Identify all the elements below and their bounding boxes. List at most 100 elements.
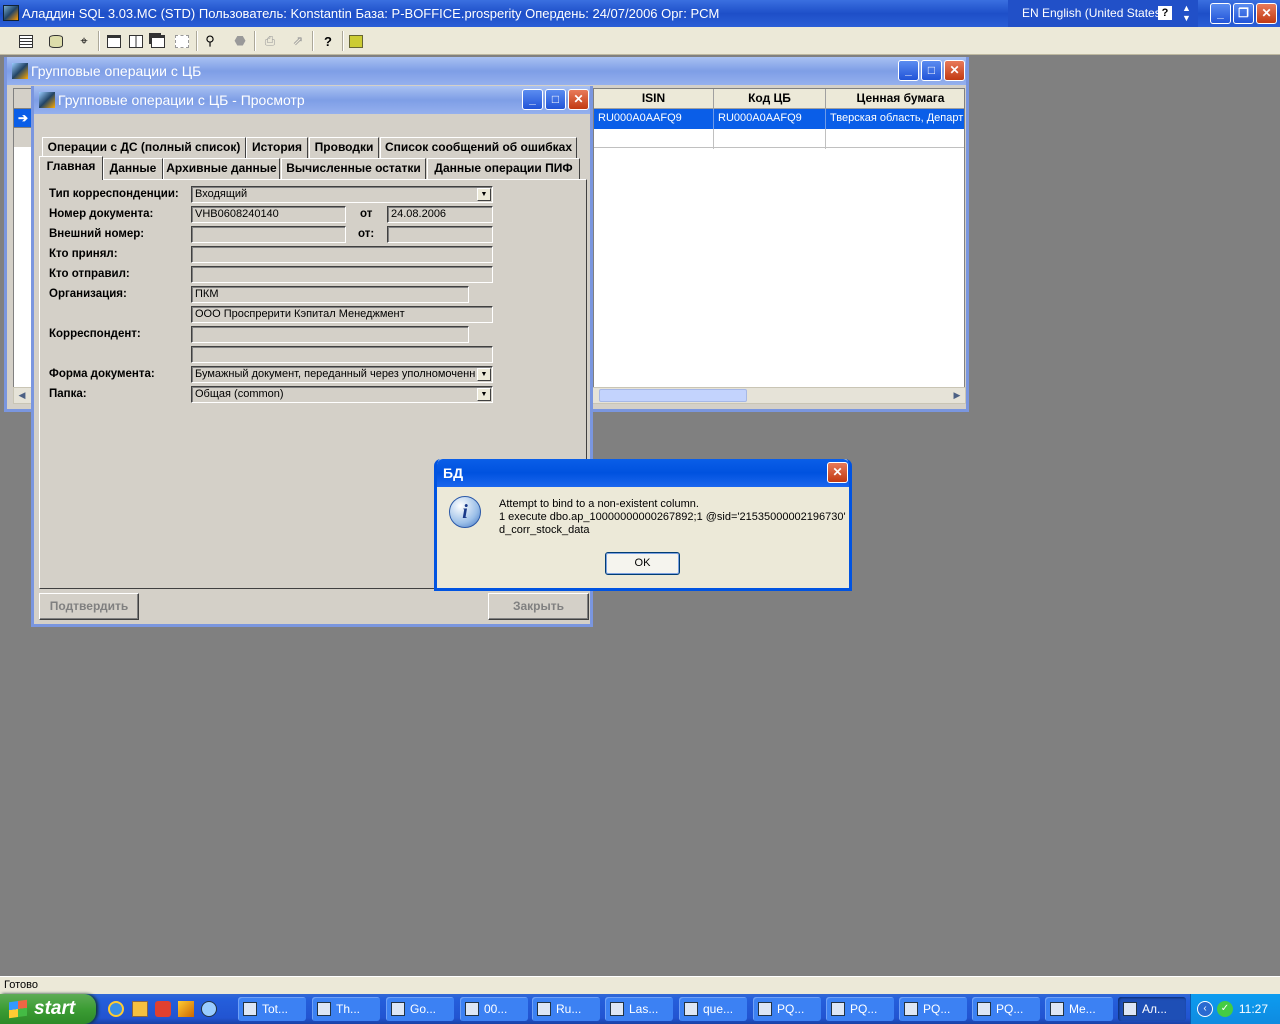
confirm-button[interactable]: Подтвердить [39, 593, 139, 620]
scroll-thumb[interactable] [599, 389, 747, 402]
tab-computed-balances[interactable]: Вычисленные остатки [281, 158, 426, 179]
task-app-icon [465, 1002, 479, 1016]
task-button[interactable]: PQ... [972, 997, 1040, 1021]
task-button[interactable]: 00... [460, 997, 528, 1021]
start-button[interactable]: start [0, 994, 96, 1024]
external-date-field[interactable] [387, 226, 493, 243]
table-row-empty[interactable] [594, 129, 964, 149]
clock[interactable]: 11:27 [1239, 1002, 1268, 1016]
scroll-right-icon[interactable]: ▶ [949, 388, 965, 403]
table-row[interactable]: RU000A0AAFQ9 RU000A0AAFQ9 Тверская облас… [594, 109, 964, 129]
cell-empty [714, 129, 826, 149]
help-question-icon[interactable]: ? [318, 31, 338, 51]
tile-icon[interactable] [126, 31, 146, 51]
doc-form-select[interactable]: Бумажный документ, переданный через упол… [191, 366, 493, 383]
task-button-active[interactable]: Ал... [1118, 997, 1186, 1021]
error-line-3: d_corr_stock_data [499, 524, 590, 536]
task-button[interactable]: que... [679, 997, 747, 1021]
sent-by-label: Кто отправил: [49, 268, 130, 280]
dropdown-arrow-icon[interactable]: ▼ [477, 388, 491, 401]
task-button[interactable]: PQ... [826, 997, 894, 1021]
doc-number-field[interactable]: VHB0608240140 [191, 206, 346, 223]
internet-explorer-icon[interactable] [108, 1001, 124, 1017]
dropdown-arrow-icon[interactable]: ▼ [477, 368, 491, 381]
export-icon[interactable]: ⇗ [288, 31, 308, 51]
task-app-icon [391, 1002, 405, 1016]
list-icon[interactable] [16, 31, 36, 51]
help-icon[interactable]: ? [1158, 6, 1172, 20]
task-button[interactable]: Tot... [238, 997, 306, 1021]
organization-code-field[interactable]: ПКМ [191, 286, 469, 303]
tab-postings[interactable]: Проводки [309, 137, 379, 158]
quicklaunch-app-icon[interactable] [178, 1001, 194, 1017]
close-button[interactable]: ✕ [944, 60, 965, 81]
print-icon[interactable]: ⎙ [260, 31, 280, 51]
task-button[interactable]: Las... [605, 997, 673, 1021]
corr-type-select[interactable]: Входящий ▼ [191, 186, 493, 203]
tab-fund-operation-data[interactable]: Данные операции ПИФ [427, 158, 580, 179]
tab-history[interactable]: История [246, 137, 308, 158]
doc-date-field[interactable]: 24.08.2006 [387, 206, 493, 223]
task-app-icon [1050, 1002, 1064, 1016]
task-button[interactable]: PQ... [899, 997, 967, 1021]
correspondent-name-field[interactable] [191, 346, 493, 363]
module-icon[interactable] [346, 31, 366, 51]
app-close-button[interactable]: ✕ [1256, 3, 1277, 24]
task-button[interactable]: Me... [1045, 997, 1113, 1021]
find-record-icon[interactable]: ⌖ [74, 31, 94, 51]
quicklaunch-app-icon[interactable] [201, 1001, 217, 1017]
binoculars-icon[interactable]: ⚲ [200, 31, 220, 51]
language-bar[interactable]: EN English (United States) ? ▲ ▼ [1008, 0, 1198, 27]
dropdown-arrow-icon[interactable]: ▼ [477, 188, 491, 201]
app-minimize-button[interactable]: _ [1210, 3, 1231, 24]
ok-button[interactable]: OK [605, 552, 680, 575]
toolbar-separator [312, 31, 314, 51]
arrange-icon[interactable] [172, 31, 192, 51]
aladdin-app-icon [3, 5, 19, 21]
tab-main[interactable]: Главная [39, 156, 103, 180]
dialog-close-button[interactable]: ✕ [827, 462, 848, 483]
close-button[interactable]: ✕ [568, 89, 589, 110]
corr-type-label: Тип корреспонденции: [49, 188, 179, 200]
tab-archive-data[interactable]: Архивные данные [163, 158, 280, 179]
tab-money-operations[interactable]: Операции с ДС (полный список) [42, 137, 246, 158]
column-header-code[interactable]: Код ЦБ [714, 89, 826, 109]
app-title-bar: Аладдин SQL 3.03.MC (STD) Пользователь: … [0, 0, 1280, 27]
task-label: PQ... [850, 1002, 878, 1016]
cascade-icon[interactable] [148, 31, 168, 51]
database-icon[interactable] [46, 31, 66, 51]
task-label: PQ... [996, 1002, 1024, 1016]
task-button[interactable]: PQ... [753, 997, 821, 1021]
window-icon[interactable] [104, 31, 124, 51]
chevron-updown-icon[interactable]: ▲ ▼ [1182, 3, 1191, 23]
tray-expand-icon[interactable]: ‹ [1197, 1001, 1213, 1017]
external-number-field[interactable] [191, 226, 346, 243]
organization-name-field[interactable]: ООО Проспрерити Кэпитал Менеджмент [191, 306, 493, 323]
app-restore-button[interactable]: ❐ [1233, 3, 1254, 24]
column-header-isin[interactable]: ISIN [594, 89, 714, 109]
quicklaunch-app-icon[interactable] [132, 1001, 148, 1017]
folder-select[interactable]: Общая (common) ▼ [191, 386, 493, 403]
task-app-icon [243, 1002, 257, 1016]
task-button[interactable]: Th... [312, 997, 380, 1021]
tray-app-icon[interactable]: ✓ [1217, 1001, 1233, 1017]
task-button[interactable]: Go... [386, 997, 454, 1021]
task-button[interactable]: Ru... [532, 997, 600, 1021]
maximize-button[interactable]: □ [921, 60, 942, 81]
error-message: Attempt to bind to a non-existent column… [499, 498, 846, 537]
sent-by-field[interactable] [191, 266, 493, 283]
tab-error-messages[interactable]: Список сообщений об ошибках [380, 137, 577, 158]
close-window-button[interactable]: Закрыть [488, 593, 589, 620]
scroll-left-icon[interactable]: ◀ [14, 388, 30, 403]
tab-data[interactable]: Данные [103, 158, 163, 179]
stop-icon[interactable]: ⬣ [230, 31, 250, 51]
quicklaunch-app-icon[interactable] [155, 1001, 171, 1017]
minimize-button[interactable]: _ [898, 60, 919, 81]
operations-grid[interactable]: ISIN Код ЦБ Ценная бумага RU000A0AAFQ9 R… [593, 88, 965, 389]
correspondent-code-field[interactable] [191, 326, 469, 343]
main-toolbar: ⌖ ⚲ ⬣ ⎙ ⇗ ? [0, 27, 1280, 55]
minimize-button[interactable]: _ [522, 89, 543, 110]
maximize-button[interactable]: □ [545, 89, 566, 110]
column-header-security[interactable]: Ценная бумага [826, 89, 964, 109]
received-by-field[interactable] [191, 246, 493, 263]
